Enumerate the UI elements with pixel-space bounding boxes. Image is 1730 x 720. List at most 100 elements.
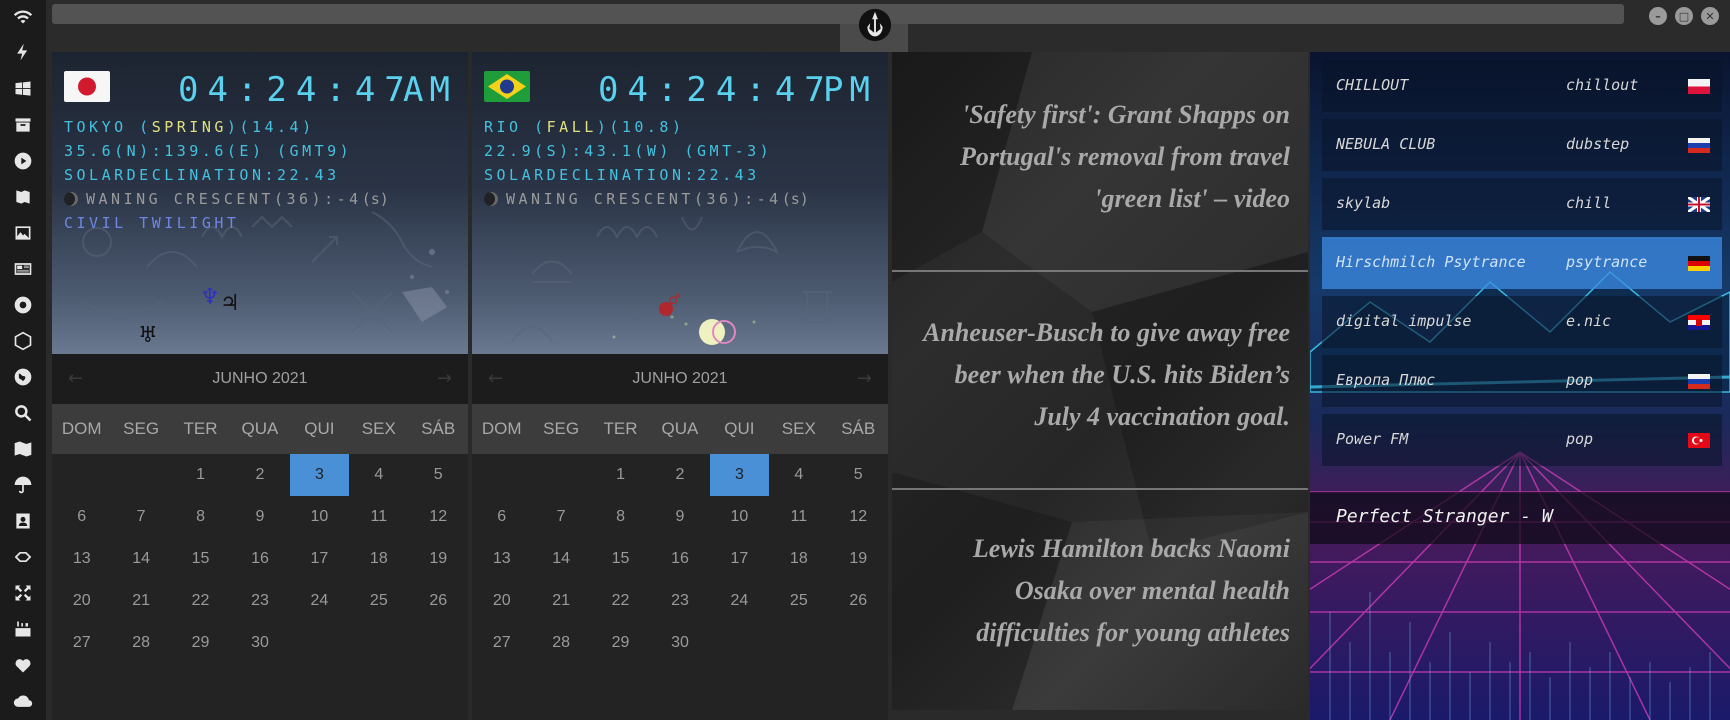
archive-icon[interactable] (11, 113, 35, 137)
calendar-day[interactable]: 19 (829, 538, 888, 580)
windows-icon[interactable] (11, 77, 35, 101)
radio-station[interactable]: CHILLOUT chillout (1322, 60, 1722, 112)
calendar-day[interactable]: 18 (349, 538, 408, 580)
calendar-day[interactable]: 27 (472, 622, 531, 664)
calendar-day[interactable]: 13 (52, 538, 111, 580)
calendar-day[interactable]: 12 (409, 496, 468, 538)
calendar-day[interactable]: 4 (349, 454, 408, 496)
calendar-day[interactable]: 8 (591, 496, 650, 538)
radio-station[interactable]: NEBULA CLUB dubstep (1322, 119, 1722, 171)
search-icon[interactable] (11, 401, 35, 425)
calendar-day[interactable]: 28 (531, 622, 590, 664)
calendar-day[interactable]: 3 (289, 454, 350, 496)
calendar-day[interactable]: 23 (650, 580, 709, 622)
close-icon[interactable]: ✕ (1701, 7, 1719, 25)
calendar-next-button[interactable]: → (437, 368, 452, 389)
radio-station[interactable]: Европа Плюс pop (1322, 355, 1722, 407)
map-icon[interactable] (11, 437, 35, 461)
calendar-day[interactable]: 20 (472, 580, 531, 622)
flash-icon[interactable] (11, 40, 35, 64)
calendar-day[interactable]: 13 (472, 538, 531, 580)
calendar-day[interactable]: 2 (230, 454, 289, 496)
umbrella-icon[interactable] (11, 473, 35, 497)
calendar-day[interactable]: 18 (769, 538, 828, 580)
contact-icon[interactable] (11, 509, 35, 533)
calendar-day[interactable]: 15 (591, 538, 650, 580)
calendar-day[interactable]: 1 (171, 454, 230, 496)
clock-location: RIO (FALL)(10.8) (484, 118, 685, 136)
calendar-day[interactable]: 20 (52, 580, 111, 622)
calendar-day[interactable]: 17 (710, 538, 769, 580)
globe-icon[interactable] (11, 365, 35, 389)
calendar-day[interactable]: 28 (111, 622, 170, 664)
calendar-day[interactable]: 7 (531, 496, 590, 538)
calendar-day[interactable]: 24 (290, 580, 349, 622)
calendar-weekdays: DOM SEG TER QUA QUI SEX SÁB (472, 404, 888, 454)
map-book-icon[interactable] (11, 185, 35, 209)
radio-station[interactable]: Power FM pop (1322, 414, 1722, 466)
calendar-day[interactable]: 29 (171, 622, 230, 664)
calendar-day[interactable]: 9 (230, 496, 289, 538)
calendar-day[interactable]: 7 (111, 496, 170, 538)
calendar-day[interactable]: 3 (709, 454, 770, 496)
calendar-day[interactable]: 22 (171, 580, 230, 622)
calendar-day[interactable]: 14 (111, 538, 170, 580)
radio-station[interactable]: Hirschmilch Psytrance psytrance (1322, 237, 1722, 289)
radio-station[interactable]: skylab chill (1322, 178, 1722, 230)
calendar-day[interactable]: 4 (769, 454, 828, 496)
calendar-day[interactable]: 10 (290, 496, 349, 538)
calendar-day[interactable]: 1 (591, 454, 650, 496)
news-headline[interactable]: Anheuser-Busch to give away free beer wh… (910, 312, 1290, 438)
calendar-day[interactable]: 16 (650, 538, 709, 580)
radio-station[interactable]: digital impulse e.nic (1322, 296, 1722, 348)
hexagon-icon[interactable] (11, 329, 35, 353)
maximize-icon[interactable]: □ (1675, 7, 1693, 25)
news-icon[interactable] (11, 257, 35, 281)
calendar-day[interactable]: 11 (349, 496, 408, 538)
calendar-day[interactable]: 21 (531, 580, 590, 622)
calendar-day[interactable]: 29 (591, 622, 650, 664)
calendar-day[interactable]: 9 (650, 496, 709, 538)
flag-turkey-icon (1688, 433, 1710, 448)
calendar-day[interactable]: 10 (710, 496, 769, 538)
calendar-day[interactable]: 23 (230, 580, 289, 622)
minimize-icon[interactable]: – (1649, 7, 1667, 25)
calendar-day[interactable]: 16 (230, 538, 289, 580)
calendar-day[interactable]: 25 (769, 580, 828, 622)
aperture-icon[interactable] (11, 293, 35, 317)
wifi-icon[interactable] (11, 4, 35, 28)
calendar-day[interactable]: 2 (650, 454, 709, 496)
address-bar[interactable] (52, 4, 1624, 24)
calendar-day[interactable]: 30 (230, 622, 289, 664)
calendar-day[interactable]: 19 (409, 538, 468, 580)
fullscreen-icon[interactable] (11, 581, 35, 605)
tag-icon[interactable] (11, 545, 35, 569)
news-headline[interactable]: 'Safety first': Grant Shapps on Portugal… (910, 94, 1290, 220)
calendar-day[interactable]: 14 (531, 538, 590, 580)
image-icon[interactable] (11, 221, 35, 245)
news-headline[interactable]: Lewis Hamilton backs Naomi Osaka over me… (910, 528, 1290, 654)
youtube-icon[interactable] (11, 617, 35, 641)
calendar-day[interactable]: 30 (650, 622, 709, 664)
heart-icon[interactable] (11, 653, 35, 677)
calendar-day[interactable]: 11 (769, 496, 828, 538)
calendar-day[interactable]: 21 (111, 580, 170, 622)
calendar-day[interactable]: 25 (349, 580, 408, 622)
calendar-day[interactable]: 17 (290, 538, 349, 580)
calendar-day[interactable]: 27 (52, 622, 111, 664)
clock-ampm: AM (403, 70, 456, 110)
calendar-day[interactable]: 26 (829, 580, 888, 622)
calendar-day[interactable]: 6 (52, 496, 111, 538)
calendar-day[interactable]: 22 (591, 580, 650, 622)
calendar-day[interactable]: 15 (171, 538, 230, 580)
calendar-day[interactable]: 6 (472, 496, 531, 538)
calendar-next-button[interactable]: → (857, 368, 872, 389)
calendar-day[interactable]: 12 (829, 496, 888, 538)
cloud-icon[interactable] (11, 689, 35, 713)
calendar-day[interactable]: 8 (171, 496, 230, 538)
calendar-day[interactable]: 26 (409, 580, 468, 622)
play-icon[interactable] (11, 149, 35, 173)
calendar-day[interactable]: 5 (829, 454, 888, 496)
calendar-day[interactable]: 24 (710, 580, 769, 622)
calendar-day[interactable]: 5 (409, 454, 468, 496)
